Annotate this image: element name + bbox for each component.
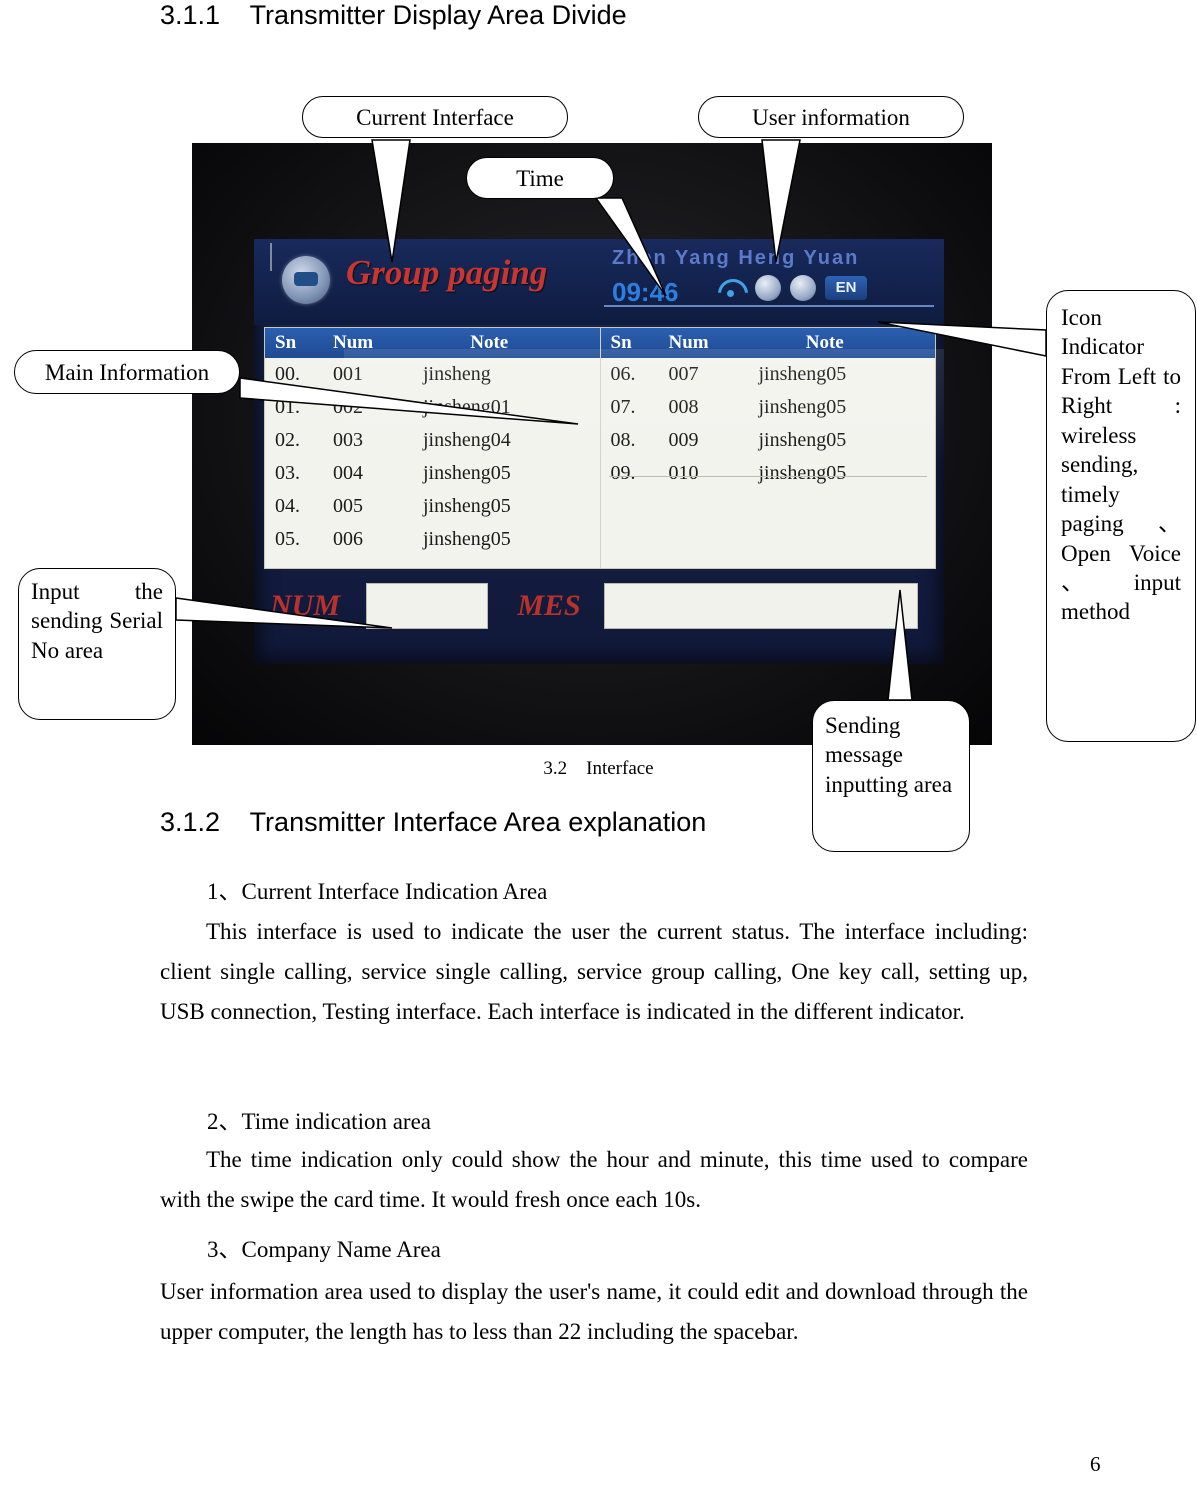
column-header-note: Note [805, 332, 844, 353]
cell-num: 003 [333, 429, 363, 451]
cell-note: jinsheng05 [758, 396, 847, 418]
column-header-right: Sn Num Note [600, 328, 935, 358]
wifi-icon [716, 275, 746, 301]
cell-sn: 01. [275, 396, 300, 418]
cell-num: 009 [668, 429, 699, 451]
column-header-num: Num [333, 332, 374, 353]
callout-input-serial-no: Input the sending Serial No area [18, 568, 176, 720]
paragraph-1: This interface is used to indicate the u… [160, 919, 1028, 1024]
cell-note: jinsheng05 [423, 495, 511, 517]
cell-note: jinsheng01 [423, 396, 511, 418]
table-row: 04. 005 jinsheng05 [265, 490, 600, 523]
clock-icon [755, 275, 781, 301]
header-divider [604, 305, 934, 307]
column-header-sn: Sn [610, 332, 632, 353]
app-logo-icon [282, 256, 330, 304]
device-lcd-screen: Group paging Zhen Yang Heng Yuan 09:46 E… [254, 239, 944, 664]
cell-sn: 09. [610, 462, 636, 484]
cell-num: 010 [668, 462, 699, 484]
column-header-sn: Sn [275, 332, 297, 353]
num-label: NUM [270, 589, 341, 622]
table-row: 05. 006 jinsheng05 [265, 523, 600, 556]
heading-3-1-1: 3.1.1 Transmitter Display Area Divide [160, 0, 627, 30]
cell-sn: 02. [275, 429, 300, 451]
table-row: 08. 009 jinsheng05 [601, 424, 936, 457]
column-header-left: Sn Num Note [265, 328, 600, 358]
cell-num: 008 [668, 396, 699, 418]
cell-num: 005 [333, 495, 363, 517]
list-item-3: 3、Company Name Area [207, 1237, 441, 1262]
voice-icon [790, 275, 816, 301]
cell-num: 007 [668, 363, 699, 385]
cell-note: jinsheng [423, 363, 491, 385]
list-item-1: 1、Current Interface Indication Area [207, 879, 548, 904]
cell-note: jinsheng05 [758, 462, 847, 484]
text-cursor [270, 243, 272, 271]
figure-caption: 3.2 Interface [543, 758, 654, 779]
table-row: 02. 003 jinsheng04 [265, 424, 600, 457]
table-row: 03. 004 jinsheng05 [265, 457, 600, 490]
cell-sn: 08. [610, 429, 636, 451]
table-row: 01. 002 jinsheng01 [265, 391, 600, 424]
list-column-left: Sn Num Note 00. 001 jinsheng 01. 002 jin… [265, 328, 600, 568]
row-separator [608, 476, 927, 477]
input-bar: NUM MES [264, 575, 934, 637]
cell-sn: 00. [275, 363, 300, 385]
figure-transmitter-photo: Group paging Zhen Yang Heng Yuan 09:46 E… [192, 143, 992, 745]
cell-note: jinsheng05 [758, 363, 847, 385]
status-icon-group: EN [716, 275, 867, 301]
table-row: 07. 008 jinsheng05 [601, 391, 936, 424]
callout-current-interface: Current Interface [302, 96, 568, 138]
cell-sn: 05. [275, 528, 300, 550]
cell-sn: 07. [610, 396, 636, 418]
ime-badge-icon: EN [825, 276, 867, 300]
cell-note: jinsheng05 [423, 462, 511, 484]
callout-user-information: User information [698, 96, 964, 138]
serial-no-input[interactable] [366, 583, 488, 629]
paragraph-3: User information area used to display th… [160, 1279, 1028, 1344]
cell-note: jinsheng05 [758, 429, 847, 451]
heading-3-1-2: 3.1.2 Transmitter Interface Area explana… [160, 807, 707, 837]
list-item-2: 2、Time indication area [207, 1109, 431, 1134]
mes-label: MES [517, 589, 581, 622]
cell-num: 002 [333, 396, 363, 418]
message-input[interactable] [604, 583, 918, 629]
cell-sn: 03. [275, 462, 300, 484]
cell-sn: 06. [610, 363, 636, 385]
callout-time: Time [466, 157, 614, 199]
lcd-header-bar: Group paging Zhen Yang Heng Yuan 09:46 E… [254, 239, 944, 325]
table-row: 00. 001 jinsheng [265, 358, 600, 391]
cell-note: jinsheng04 [423, 429, 511, 451]
callout-icon-indicator: Icon Indicator From Left to Right : wire… [1046, 290, 1196, 742]
document-page: 3.1.1 Transmitter Display Area Divide 3.… [0, 0, 1197, 1498]
interface-title: Group paging [346, 253, 548, 292]
cell-num: 006 [333, 528, 363, 550]
table-row: 09. 010 jinsheng05 [601, 457, 936, 490]
page-number: 6 [1090, 1452, 1101, 1476]
table-row: 06. 007 jinsheng05 [601, 358, 936, 391]
callout-sending-message: Sending message inputting area [812, 700, 970, 852]
callout-main-information: Main Information [14, 350, 240, 394]
cell-num: 004 [333, 462, 363, 484]
cell-sn: 04. [275, 495, 300, 517]
column-header-num: Num [668, 332, 709, 353]
cell-num: 001 [333, 363, 363, 385]
main-information-list: Sn Num Note 00. 001 jinsheng 01. 002 jin… [264, 327, 936, 569]
list-column-right: Sn Num Note 06. 007 jinsheng05 07. 008 j… [599, 328, 936, 568]
user-information-text: Zhen Yang Heng Yuan [612, 247, 860, 269]
cell-note: jinsheng05 [423, 528, 511, 550]
column-header-note: Note [470, 332, 509, 353]
paragraph-2: The time indication only could show the … [160, 1147, 1028, 1212]
time-text: 09:46 [612, 277, 679, 307]
